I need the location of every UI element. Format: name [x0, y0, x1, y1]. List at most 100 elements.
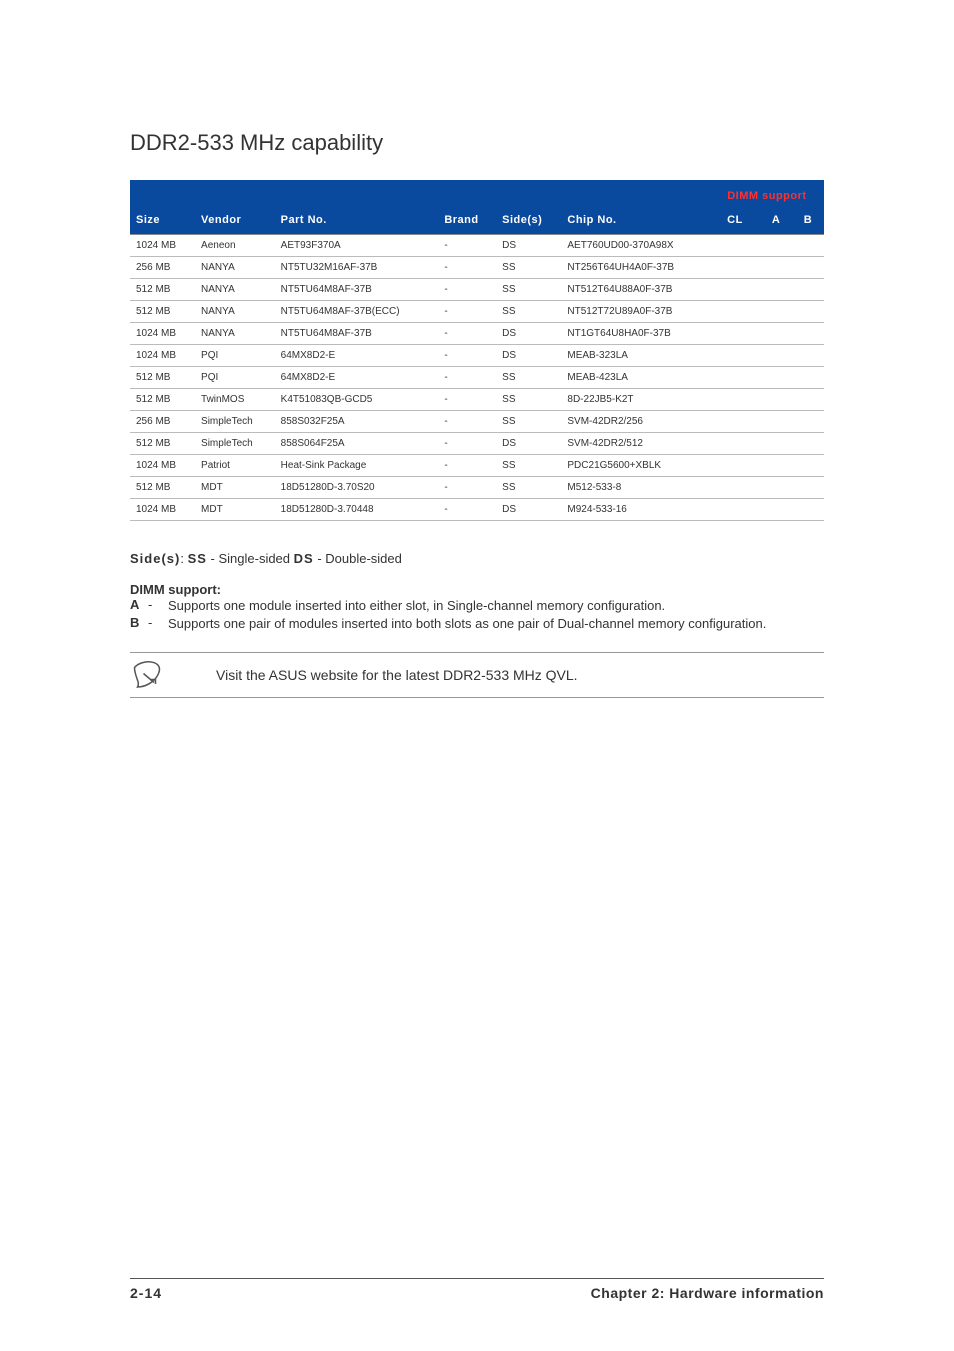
cell-partno: NT5TU64M8AF-37B: [275, 279, 439, 301]
table-row: 1024 MBNANYANT5TU64M8AF-37B-DSNT1GT64U8H…: [130, 323, 824, 345]
cell-partno: 64MX8D2-E: [275, 345, 439, 367]
cell-size: 512 MB: [130, 433, 195, 455]
cell-cl: [710, 477, 760, 499]
cell-brand: -: [438, 345, 496, 367]
cell-size: 1024 MB: [130, 323, 195, 345]
cell-sides: DS: [496, 499, 561, 521]
cell-b: [792, 389, 824, 411]
cell-vendor: SimpleTech: [195, 411, 275, 433]
cell-b: [792, 301, 824, 323]
cell-sides: SS: [496, 455, 561, 477]
cell-size: 1024 MB: [130, 345, 195, 367]
cell-b: [792, 257, 824, 279]
cell-a: [760, 323, 792, 345]
cell-brand: -: [438, 455, 496, 477]
sides-legend: Side(s): SS - Single-sided DS - Double-s…: [130, 551, 824, 566]
cell-cl: [710, 499, 760, 521]
cell-chipno: NT256T64UH4A0F-37B: [561, 257, 709, 279]
cell-size: 1024 MB: [130, 455, 195, 477]
cell-sides: DS: [496, 433, 561, 455]
dimm-b-text: Supports one pair of modules inserted in…: [168, 615, 824, 633]
cell-chipno: PDC21G5600+XBLK: [561, 455, 709, 477]
cell-cl: [710, 367, 760, 389]
cell-sides: SS: [496, 477, 561, 499]
ds-key: DS: [294, 551, 314, 566]
cell-brand: -: [438, 411, 496, 433]
cell-size: 512 MB: [130, 367, 195, 389]
cell-a: [760, 499, 792, 521]
cell-b: [792, 477, 824, 499]
cell-sides: DS: [496, 345, 561, 367]
cell-cl: [710, 411, 760, 433]
cell-b: [792, 455, 824, 477]
cell-brand: -: [438, 433, 496, 455]
page-number: 2-14: [130, 1285, 162, 1301]
col-cl: CL: [710, 204, 760, 235]
dimm-support-header: DIMM support:: [130, 582, 824, 597]
cell-vendor: NANYA: [195, 301, 275, 323]
col-b: B: [792, 204, 824, 235]
cell-brand: -: [438, 257, 496, 279]
cell-sides: SS: [496, 257, 561, 279]
cell-cl: [710, 455, 760, 477]
ss-desc: - Single-sided: [207, 551, 294, 566]
cell-cl: [710, 279, 760, 301]
cell-partno: Heat-Sink Package: [275, 455, 439, 477]
cell-vendor: NANYA: [195, 323, 275, 345]
cell-b: [792, 235, 824, 257]
cell-brand: -: [438, 279, 496, 301]
cell-brand: -: [438, 499, 496, 521]
table-row: 512 MBPQI64MX8D2-E-SSMEAB-423LA: [130, 367, 824, 389]
cell-size: 512 MB: [130, 279, 195, 301]
cell-chipno: M924-533-16: [561, 499, 709, 521]
table-row: 512 MBNANYANT5TU64M8AF-37B-SSNT512T64U88…: [130, 279, 824, 301]
cell-sides: SS: [496, 279, 561, 301]
page-footer: 2-14 Chapter 2: Hardware information: [130, 1278, 824, 1301]
cell-chipno: NT1GT64U8HA0F-37B: [561, 323, 709, 345]
note-block: Visit the ASUS website for the latest DD…: [130, 652, 824, 698]
table-row: 256 MBSimpleTech858S032F25A-SSSVM-42DR2/…: [130, 411, 824, 433]
col-size: Size: [130, 180, 195, 235]
qvl-table: Size Vendor Part No. Brand Side(s) Chip …: [130, 180, 824, 521]
cell-vendor: TwinMOS: [195, 389, 275, 411]
cell-b: [792, 499, 824, 521]
cell-b: [792, 345, 824, 367]
cell-chipno: AET760UD00-370A98X: [561, 235, 709, 257]
dimm-a-text: Supports one module inserted into either…: [168, 597, 824, 615]
cell-a: [760, 477, 792, 499]
cell-b: [792, 433, 824, 455]
cell-b: [792, 279, 824, 301]
dash: -: [148, 615, 168, 633]
cell-chipno: NT512T72U89A0F-37B: [561, 301, 709, 323]
sides-label: Side(s): [130, 551, 180, 566]
cell-sides: SS: [496, 389, 561, 411]
cell-chipno: NT512T64U88A0F-37B: [561, 279, 709, 301]
cell-chipno: SVM-42DR2/256: [561, 411, 709, 433]
cell-partno: NT5TU32M16AF-37B: [275, 257, 439, 279]
table-row: 1024 MBPQI64MX8D2-E-DSMEAB-323LA: [130, 345, 824, 367]
ss-key: SS: [188, 551, 207, 566]
cell-chipno: SVM-42DR2/512: [561, 433, 709, 455]
cell-size: 512 MB: [130, 389, 195, 411]
cell-partno: NT5TU64M8AF-37B: [275, 323, 439, 345]
cell-sides: SS: [496, 411, 561, 433]
cell-a: [760, 279, 792, 301]
table-row: 1024 MBAeneonAET93F370A-DSAET760UD00-370…: [130, 235, 824, 257]
table-row: 512 MBMDT18D51280D-3.70S20-SSM512-533-8: [130, 477, 824, 499]
cell-a: [760, 411, 792, 433]
dimm-b-key: B: [130, 615, 148, 633]
dimm-support-legend: DIMM support: A - Supports one module in…: [130, 582, 824, 632]
cell-a: [760, 301, 792, 323]
cell-partno: 858S064F25A: [275, 433, 439, 455]
cell-a: [760, 433, 792, 455]
page-title: DDR2-533 MHz capability: [130, 130, 824, 156]
cell-vendor: PQI: [195, 345, 275, 367]
cell-a: [760, 257, 792, 279]
table-row: 1024 MBPatriotHeat-Sink Package-SSPDC21G…: [130, 455, 824, 477]
cell-partno: 858S032F25A: [275, 411, 439, 433]
table-row: 256 MBNANYANT5TU32M16AF-37B-SSNT256T64UH…: [130, 257, 824, 279]
chapter-label: Chapter 2: Hardware information: [591, 1285, 824, 1301]
cell-size: 512 MB: [130, 477, 195, 499]
cell-cl: [710, 389, 760, 411]
col-dimm-support: DIMM support: [716, 190, 818, 202]
